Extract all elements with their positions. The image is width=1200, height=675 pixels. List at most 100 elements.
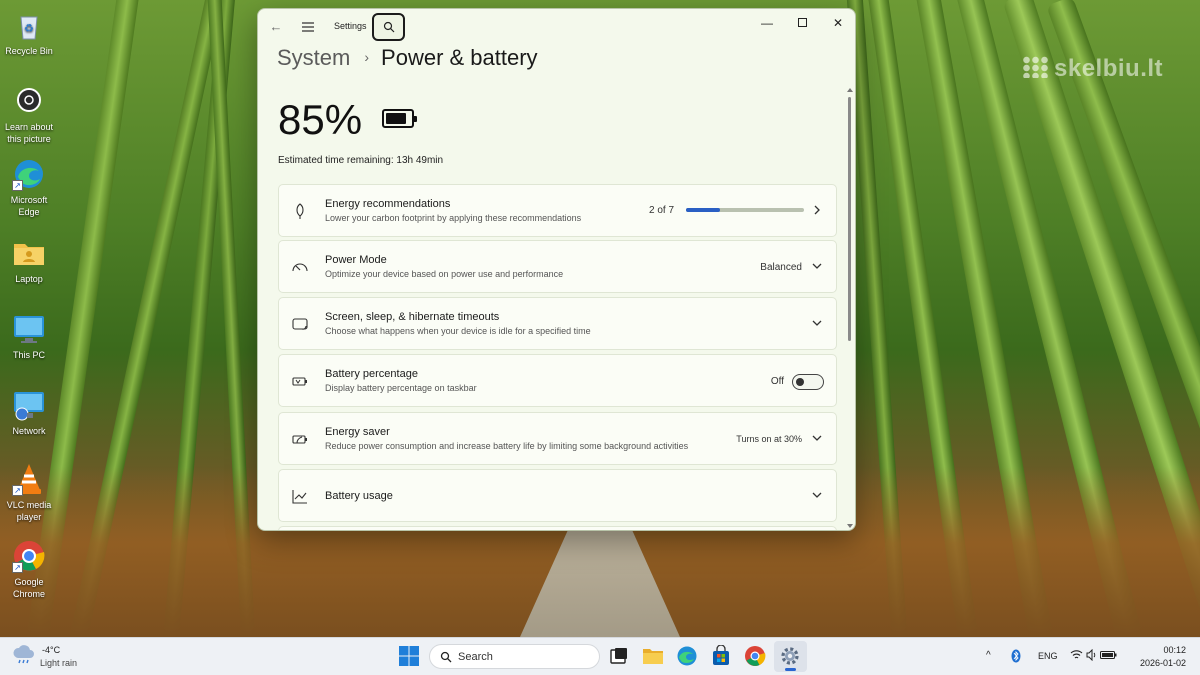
settings-taskbar-button[interactable] <box>774 641 807 672</box>
back-button[interactable]: ← <box>264 16 288 38</box>
desktop-icon-label: Recycle Bin <box>5 46 53 56</box>
settings-window: ← Settings — ✕ System › Power & battery 85… <box>257 8 856 531</box>
desktop-icon-label: Google Chrome <box>12 577 45 599</box>
minimize-button[interactable]: — <box>750 12 784 34</box>
scroll-down-icon <box>847 524 853 528</box>
toggle-state-label: Off <box>770 376 784 387</box>
power-mode-card[interactable]: Power Mode Optimize your device based on… <box>278 240 837 293</box>
windows-logo-icon <box>399 646 419 666</box>
chevron-down-icon <box>812 263 822 269</box>
next-card-partial <box>278 526 837 530</box>
nav-menu-button[interactable] <box>296 16 320 38</box>
weather-temp: -4°C <box>42 645 61 655</box>
card-title: Energy saver <box>325 426 390 438</box>
card-title: Battery percentage <box>325 368 418 380</box>
breadcrumb-parent[interactable]: System <box>277 45 350 70</box>
maximize-button[interactable] <box>785 12 819 34</box>
start-button[interactable] <box>398 645 422 669</box>
power-mode-dropdown[interactable]: Balanced <box>760 262 802 273</box>
weather-condition: Light rain <box>40 658 78 668</box>
energy-saver-status: Turns on at 30% <box>736 434 802 444</box>
desktop-icon-label: This PC <box>12 350 45 360</box>
file-explorer-button[interactable] <box>642 645 666 669</box>
breadcrumb-separator: › <box>364 49 370 65</box>
task-view-icon <box>610 648 627 664</box>
close-icon: ✕ <box>832 16 844 30</box>
card-title: Screen, sleep, & hibernate timeouts <box>325 311 500 323</box>
network-icon <box>12 388 46 422</box>
back-arrow-icon: ← <box>269 19 283 34</box>
desktop-icon-edge[interactable]: ↗ Microsoft Edge <box>2 157 56 218</box>
card-description: Display battery percentage on taskbar <box>325 383 477 393</box>
breadcrumb: System › Power & battery <box>277 45 538 71</box>
screen-sleep-card[interactable]: Screen, sleep, & hibernate timeouts Choo… <box>278 297 837 350</box>
close-button[interactable]: ✕ <box>821 12 855 34</box>
search-button[interactable] <box>372 13 405 41</box>
desktop-icon-laptop[interactable]: Laptop <box>2 236 56 285</box>
desktop-icon-network[interactable]: Network <box>2 388 56 437</box>
estimated-time: Estimated time remaining: 13h 49min <box>278 155 444 166</box>
card-title: Battery usage <box>325 490 393 502</box>
desktop-icon-this-pc[interactable]: This PC <box>2 312 56 361</box>
desktop-icon-learn-picture[interactable]: Learn about this picture <box>2 84 56 145</box>
recommendations-progress <box>686 208 804 212</box>
search-icon <box>440 651 452 663</box>
chevron-down-icon <box>812 435 822 441</box>
chevron-down-icon <box>812 492 822 498</box>
rain-cloud-icon <box>13 645 34 664</box>
wifi-icon <box>1070 650 1083 659</box>
vlc-icon: ↗ <box>12 462 46 496</box>
battery-percent-icon <box>292 377 307 386</box>
bluetooth-icon[interactable] <box>1011 649 1021 665</box>
scrollbar[interactable] <box>846 87 854 529</box>
chevron-down-icon <box>812 320 822 326</box>
quick-settings-button[interactable] <box>1070 648 1118 663</box>
chrome-icon: ↗ <box>12 539 46 573</box>
store-button[interactable] <box>710 644 734 669</box>
volume-icon <box>1086 648 1095 662</box>
gauge-icon <box>292 263 308 272</box>
card-title: Power Mode <box>325 254 387 266</box>
page-title: Power & battery <box>381 45 538 70</box>
energy-recommendations-card[interactable]: Energy recommendations Lower your carbon… <box>278 184 837 237</box>
app-title: Settings <box>334 21 367 31</box>
clock[interactable]: 00:12 2026-01-02 <box>1140 644 1186 670</box>
desktop-icon-label: Laptop <box>15 274 43 284</box>
watermark-logo: skelbiu.lt <box>1022 55 1163 83</box>
folder-icon <box>12 236 46 270</box>
edge-icon: ↗ <box>12 157 46 191</box>
folder-icon <box>643 649 663 664</box>
svg-text:♻: ♻ <box>24 23 34 35</box>
energy-saver-icon <box>292 435 307 444</box>
chrome-icon <box>745 646 766 666</box>
battery-usage-card[interactable]: Battery usage <box>278 469 837 522</box>
chart-icon <box>292 490 307 504</box>
weather-widget[interactable]: -4°C Light rain <box>12 644 77 671</box>
battery-tray-icon <box>1100 651 1117 659</box>
desktop-icon-vlc[interactable]: ↗ VLC media player <box>2 462 56 523</box>
edge-taskbar-button[interactable] <box>676 645 700 669</box>
search-placeholder: Search <box>458 651 493 663</box>
desktop-icon-label: Network <box>12 426 46 436</box>
store-icon <box>713 644 729 665</box>
energy-saver-card[interactable]: Energy saver Reduce power consumption an… <box>278 412 837 465</box>
input-language[interactable]: ENG <box>1038 651 1058 661</box>
card-title: Energy recommendations <box>325 198 451 210</box>
taskbar-search-box[interactable]: Search <box>429 644 600 669</box>
battery-percentage-toggle[interactable] <box>792 374 824 390</box>
task-view-button[interactable] <box>608 645 632 669</box>
taskbar: -4°C Light rain Search ^ ENG 00:12 2026-… <box>0 637 1200 675</box>
card-description: Optimize your device based on power use … <box>325 269 564 279</box>
battery-percentage-card: Battery percentage Display battery perce… <box>278 354 837 407</box>
title-bar[interactable]: ← Settings — ✕ <box>258 9 855 45</box>
edge-icon <box>677 646 697 666</box>
chrome-taskbar-button[interactable] <box>744 645 768 669</box>
desktop-icon-chrome[interactable]: ↗ Google Chrome <box>2 539 56 600</box>
show-hidden-icons-button[interactable]: ^ <box>986 650 991 661</box>
scroll-thumb[interactable] <box>848 97 851 341</box>
desktop-icon-recycle-bin[interactable]: ♻ Recycle Bin <box>2 8 56 57</box>
recycle-bin-icon: ♻ <box>12 8 46 42</box>
search-icon <box>383 21 395 33</box>
chevron-up-icon: ^ <box>986 650 991 661</box>
desktop-icon-label: Learn about this picture <box>4 122 54 144</box>
